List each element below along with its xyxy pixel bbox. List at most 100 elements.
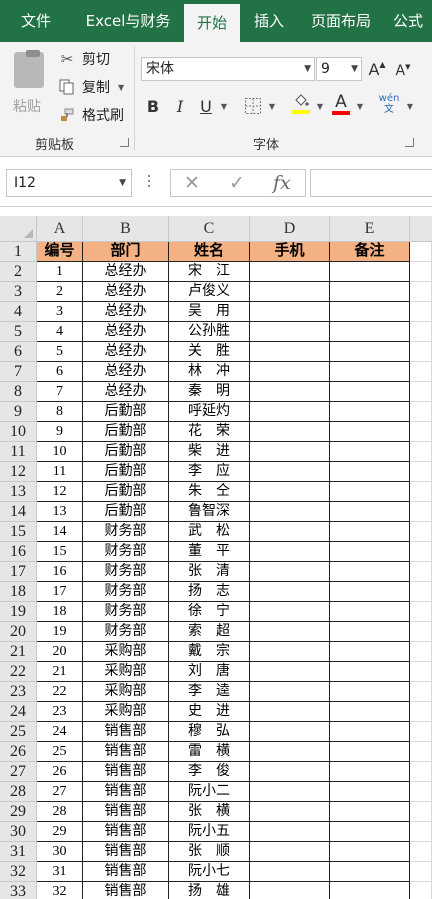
fill-color-button[interactable] [290, 92, 312, 116]
cell-empty[interactable] [410, 722, 432, 742]
cell-department[interactable]: 总经办 [83, 342, 169, 362]
cell-remarks[interactable] [330, 762, 410, 782]
cell-department[interactable]: 销售部 [83, 762, 169, 782]
cell-id[interactable]: 6 [37, 362, 83, 382]
cell-department[interactable]: 销售部 [83, 822, 169, 842]
cell-name[interactable]: 吴 用 [169, 302, 250, 322]
cell-id[interactable]: 3 [37, 302, 83, 322]
row-header[interactable]: 18 [0, 582, 37, 602]
row-header[interactable]: 19 [0, 602, 37, 622]
cell-name[interactable]: 穆 弘 [169, 722, 250, 742]
cell-remarks[interactable] [330, 402, 410, 422]
row-header[interactable]: 25 [0, 722, 37, 742]
cell-remarks[interactable] [330, 442, 410, 462]
cell-empty[interactable] [410, 702, 432, 722]
cell-id[interactable]: 30 [37, 842, 83, 862]
row-header[interactable]: 16 [0, 542, 37, 562]
tab-page-layout[interactable]: 页面布局 [298, 0, 384, 42]
row-header[interactable]: 2 [0, 262, 37, 282]
cell-id[interactable]: 4 [37, 322, 83, 342]
cell-remarks[interactable] [330, 702, 410, 722]
row-header[interactable]: 33 [0, 882, 37, 899]
row-header[interactable]: 6 [0, 342, 37, 362]
row-header[interactable]: 24 [0, 702, 37, 722]
cell-phone[interactable] [250, 542, 330, 562]
cell-id[interactable]: 22 [37, 682, 83, 702]
row-header[interactable]: 27 [0, 762, 37, 782]
row-header[interactable]: 8 [0, 382, 37, 402]
row-header[interactable]: 30 [0, 822, 37, 842]
cell-name[interactable]: 索 超 [169, 622, 250, 642]
phonetic-dropdown[interactable]: ▼ [404, 94, 414, 118]
borders-button[interactable] [242, 94, 264, 118]
cell-department[interactable]: 后勤部 [83, 502, 169, 522]
cell-empty[interactable] [410, 622, 432, 642]
cell-empty[interactable] [410, 762, 432, 782]
cell-id[interactable]: 25 [37, 742, 83, 762]
cell-remarks[interactable] [330, 802, 410, 822]
cell-phone[interactable] [250, 742, 330, 762]
cell-id[interactable]: 20 [37, 642, 83, 662]
cell-empty[interactable] [410, 382, 432, 402]
row-header[interactable]: 9 [0, 402, 37, 422]
cell-phone[interactable] [250, 682, 330, 702]
cell-empty[interactable] [410, 602, 432, 622]
font-name-select[interactable]: 宋体 ▼ [141, 57, 315, 81]
cell-id[interactable]: 23 [37, 702, 83, 722]
cell-name[interactable]: 武 松 [169, 522, 250, 542]
cell-remarks[interactable] [330, 602, 410, 622]
cell-phone[interactable] [250, 322, 330, 342]
column-header-e[interactable]: E [330, 216, 410, 242]
cell-name[interactable]: 宋 江 [169, 262, 250, 282]
cell-name[interactable]: 张 清 [169, 562, 250, 582]
cell-department[interactable]: 总经办 [83, 382, 169, 402]
check-icon[interactable]: ✓ [229, 172, 245, 194]
cell-phone[interactable] [250, 442, 330, 462]
cell-phone[interactable] [250, 262, 330, 282]
cell-department[interactable]: 销售部 [83, 882, 169, 899]
cell-id[interactable]: 9 [37, 422, 83, 442]
cell-phone[interactable] [250, 662, 330, 682]
cell-department[interactable]: 财务部 [83, 542, 169, 562]
column-header-a[interactable]: A [37, 216, 83, 242]
tab-home[interactable]: 开始 [184, 4, 240, 42]
header-cell-department[interactable]: 部门 [83, 242, 169, 262]
cell-department[interactable]: 采购部 [83, 662, 169, 682]
cell-empty[interactable] [410, 782, 432, 802]
row-header[interactable]: 15 [0, 522, 37, 542]
cell-id[interactable]: 31 [37, 862, 83, 882]
cell-phone[interactable] [250, 362, 330, 382]
row-header[interactable]: 7 [0, 362, 37, 382]
cell-empty[interactable] [410, 842, 432, 862]
cell-id[interactable]: 26 [37, 762, 83, 782]
column-header-f[interactable] [410, 216, 432, 242]
row-header[interactable]: 29 [0, 802, 37, 822]
cell-department[interactable]: 采购部 [83, 642, 169, 662]
cell-remarks[interactable] [330, 482, 410, 502]
cell-department[interactable]: 后勤部 [83, 402, 169, 422]
cell-remarks[interactable] [330, 282, 410, 302]
cell-name[interactable]: 秦 明 [169, 382, 250, 402]
cell-id[interactable]: 29 [37, 822, 83, 842]
cell-phone[interactable] [250, 802, 330, 822]
underline-button[interactable]: U [197, 94, 215, 118]
font-color-dropdown[interactable]: ▼ [354, 94, 364, 118]
cell-phone[interactable] [250, 602, 330, 622]
cell-phone[interactable] [250, 762, 330, 782]
cell-id[interactable]: 32 [37, 882, 83, 899]
grow-font-button[interactable]: A ▲ [368, 57, 386, 81]
column-header-b[interactable]: B [83, 216, 169, 242]
cell-id[interactable]: 10 [37, 442, 83, 462]
clipboard-dialog-launcher-icon[interactable] [120, 138, 129, 147]
cell-department[interactable]: 总经办 [83, 302, 169, 322]
row-header[interactable]: 31 [0, 842, 37, 862]
cell-id[interactable]: 18 [37, 602, 83, 622]
cell-id[interactable]: 17 [37, 582, 83, 602]
cell-name[interactable]: 戴 宗 [169, 642, 250, 662]
cell-name[interactable]: 张 顺 [169, 842, 250, 862]
select-all-corner[interactable] [0, 216, 37, 242]
cell-remarks[interactable] [330, 622, 410, 642]
format-painter-button[interactable]: 格式刷 [58, 104, 124, 126]
cell-name[interactable]: 扬 志 [169, 582, 250, 602]
cell-id[interactable]: 15 [37, 542, 83, 562]
